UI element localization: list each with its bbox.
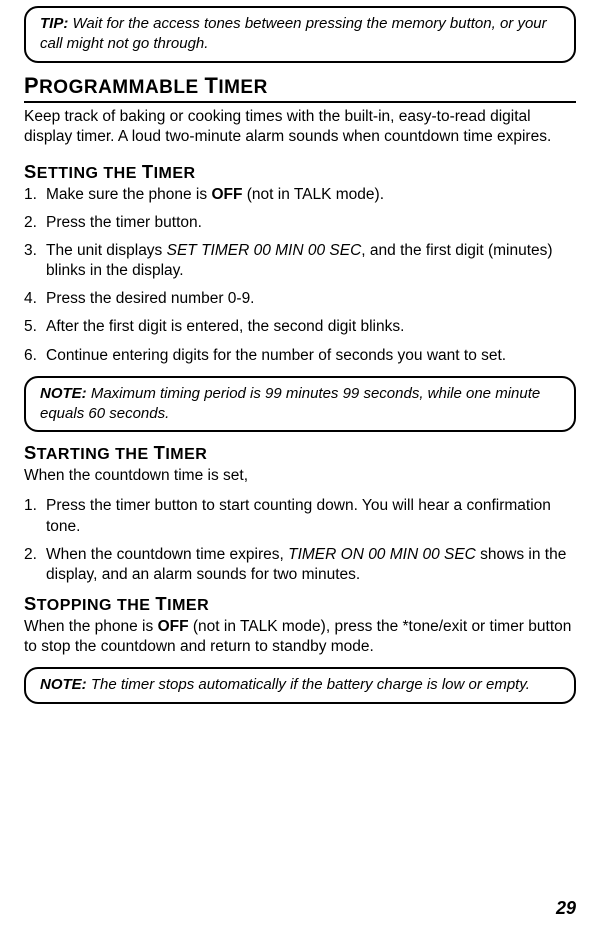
heading-setting-timer: SETTING THE TIMER bbox=[24, 161, 576, 183]
intro-paragraph: Keep track of baking or cooking times wi… bbox=[24, 107, 576, 147]
note-label: NOTE: bbox=[40, 385, 87, 402]
note-callout-max-timing: NOTE: Maximum timing period is 99 minute… bbox=[24, 376, 576, 433]
stopping-text: When the phone is OFF (not in TALK mode)… bbox=[24, 617, 576, 657]
list-item: Continue entering digits for the number … bbox=[24, 346, 576, 366]
list-item: Press the desired number 0-9. bbox=[24, 289, 576, 309]
list-item: After the first digit is entered, the se… bbox=[24, 317, 576, 337]
tip-label: TIP: bbox=[40, 15, 68, 32]
list-item: The unit displays SET TIMER 00 MIN 00 SE… bbox=[24, 241, 576, 281]
starting-lead: When the countdown time is set, bbox=[24, 466, 576, 486]
tip-text: Wait for the access tones between pressi… bbox=[40, 15, 547, 52]
heading-starting-timer: STARTING THE TIMER bbox=[24, 442, 576, 464]
note-label: NOTE: bbox=[40, 676, 87, 693]
list-item: When the countdown time expires, TIMER O… bbox=[24, 545, 576, 585]
setting-timer-list: Make sure the phone is OFF (not in TALK … bbox=[24, 185, 576, 366]
heading-stopping-timer: STOPPING THE TIMER bbox=[24, 593, 576, 615]
list-item: Press the timer button to start counting… bbox=[24, 496, 576, 536]
page-number: 29 bbox=[556, 898, 576, 919]
list-item: Press the timer button. bbox=[24, 213, 576, 233]
starting-timer-list: Press the timer button to start counting… bbox=[24, 496, 576, 585]
note-callout-battery: NOTE: The timer stops automatically if t… bbox=[24, 667, 576, 703]
note-text: Maximum timing period is 99 minutes 99 s… bbox=[40, 385, 540, 422]
list-item: Make sure the phone is OFF (not in TALK … bbox=[24, 185, 576, 205]
heading-programmable-timer: PROGRAMMABLE TIMER bbox=[24, 73, 576, 103]
note-text: The timer stops automatically if the bat… bbox=[87, 676, 530, 693]
tip-callout: TIP: Wait for the access tones between p… bbox=[24, 6, 576, 63]
